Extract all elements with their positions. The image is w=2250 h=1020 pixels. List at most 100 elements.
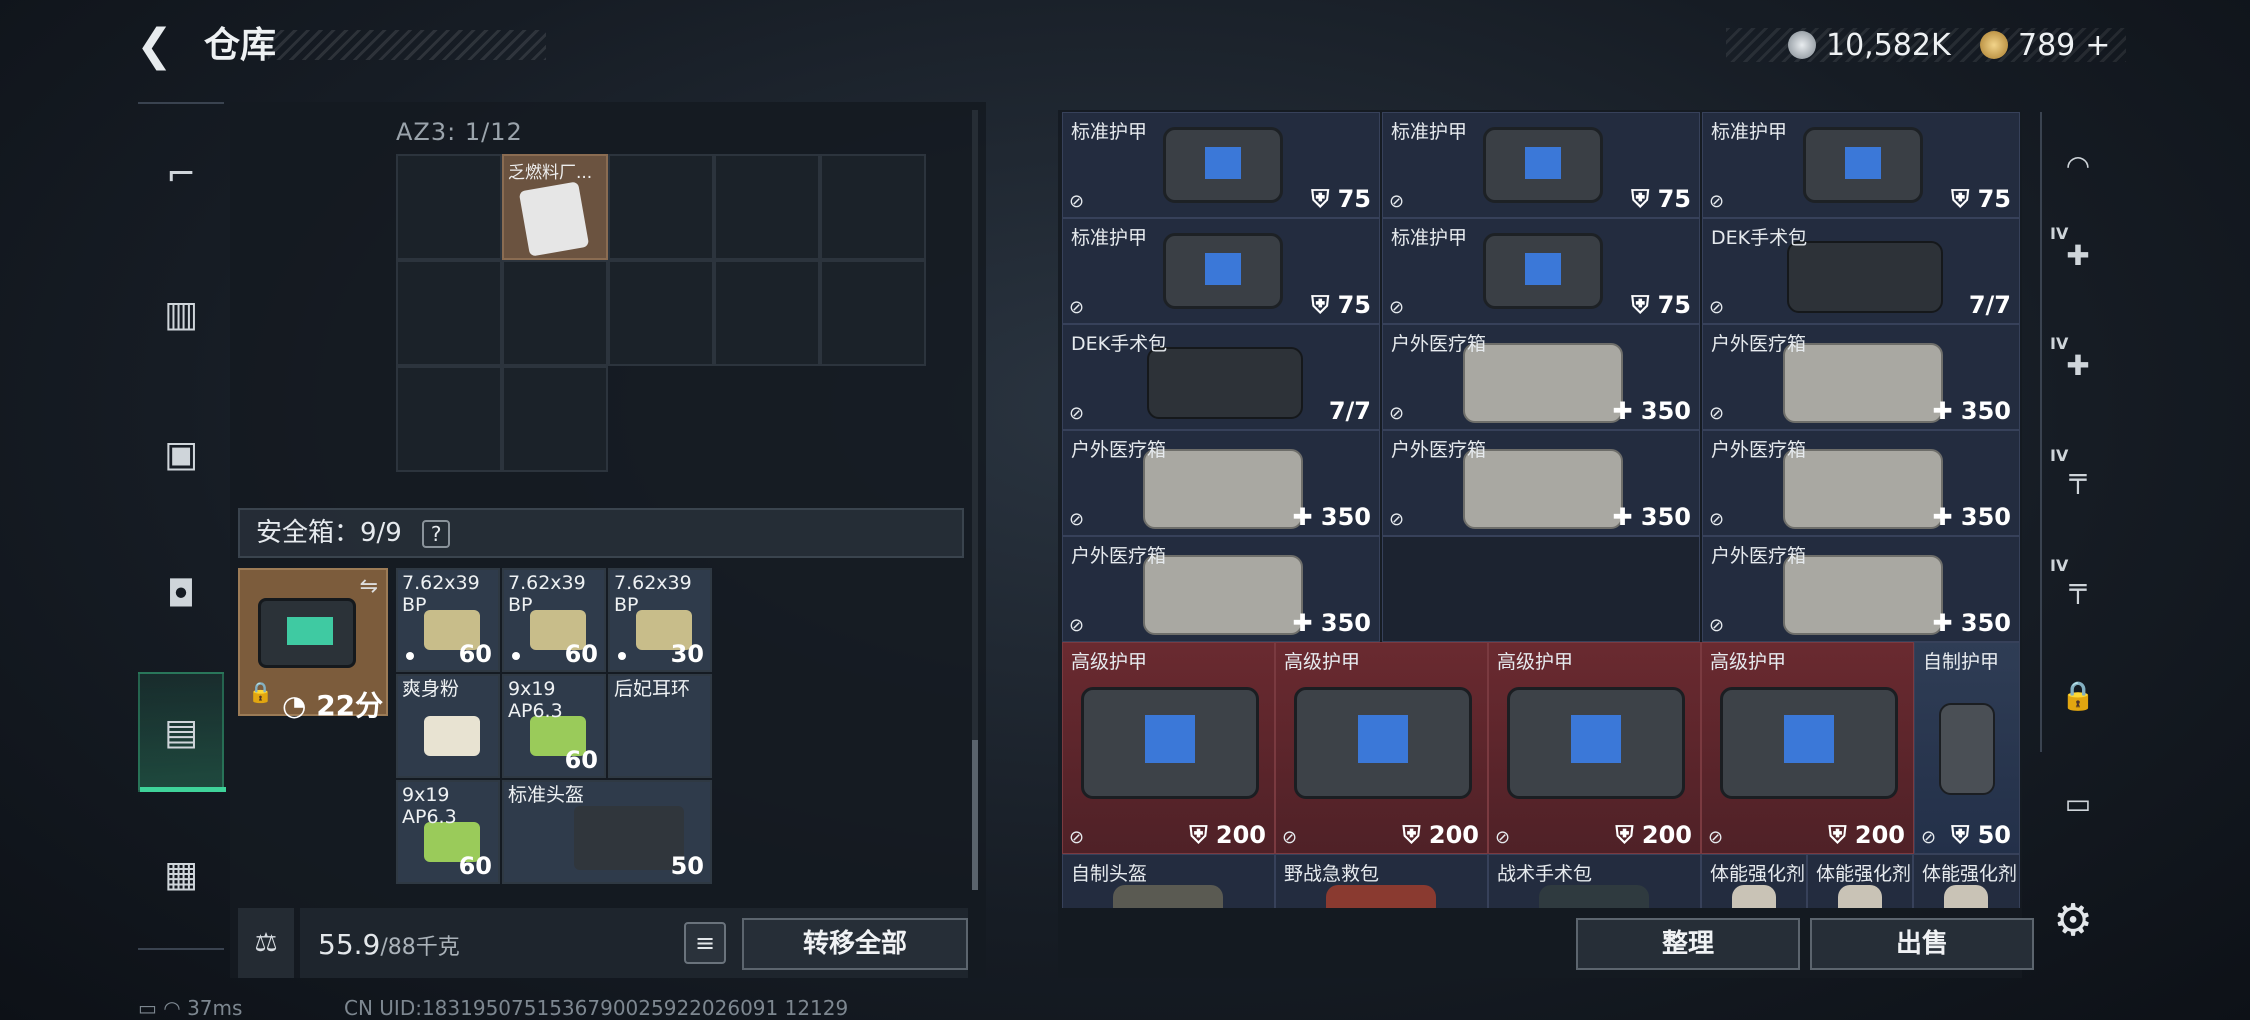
battery-icon: ▭ (138, 996, 157, 1020)
nav-weapons[interactable]: ⌐ (138, 114, 224, 234)
stash-item[interactable]: 户外医疗箱 ⊘ ✚ 350 (1382, 324, 1700, 430)
safe-box-item[interactable]: 后妃耳环 (608, 674, 712, 778)
item-value: ⛨ 75 (1311, 291, 1371, 319)
container-slot[interactable] (608, 154, 714, 260)
gold-currency[interactable]: 789 + (1980, 26, 2110, 64)
safe-box-item[interactable]: 7.62x39 BP 60 (396, 568, 500, 672)
stash-item[interactable]: 标准护甲 ⊘ ⛨ 75 (1382, 112, 1700, 218)
container-slot[interactable] (820, 260, 926, 366)
item-name: 自制护甲 (1923, 651, 2000, 673)
item-value-text: 350 (1960, 397, 2011, 425)
container-slot[interactable] (608, 260, 714, 366)
right-nav-item[interactable]: ◠ (2048, 130, 2108, 200)
stash-item[interactable]: 野战急救包 (1275, 854, 1488, 908)
item-image (1787, 241, 1943, 313)
list-view-button[interactable]: ≡ (684, 922, 726, 964)
sell-button[interactable]: 出售 (1810, 918, 2034, 970)
back-button[interactable]: ❮ (136, 22, 184, 70)
stash-item[interactable]: 体能强化剂 (1701, 854, 1807, 908)
item-quantity: 60 (458, 640, 492, 668)
item-value: ⛨ 75 (1951, 185, 2011, 213)
settings-gear-icon[interactable]: ⚙ (2048, 896, 2098, 946)
nav-safebox[interactable]: ▤ (138, 672, 226, 792)
item-value: ⛨ 200 (1616, 821, 1692, 849)
container-slot[interactable] (502, 260, 608, 366)
nav-armor[interactable]: ▥ (138, 254, 224, 374)
stash-item[interactable]: 体能强化剂 (1807, 854, 1913, 908)
safe-box-item[interactable]: 爽身粉 (396, 674, 500, 778)
no-insure-icon: ⊘ (1069, 297, 1085, 318)
gold-coin-icon (1980, 31, 2008, 59)
stash-item[interactable]: 户外医疗箱 ⊘ ✚ 350 (1382, 430, 1700, 536)
right-nav-item[interactable]: ▭ (2048, 768, 2108, 838)
stash-item[interactable]: 自制护甲 ⊘ ⛨ 50 (1914, 642, 2020, 854)
stash-item[interactable]: 标准护甲 ⊘ ⛨ 75 (1702, 112, 2020, 218)
right-nav-item[interactable]: IV ✚ (2048, 330, 2108, 400)
right-nav-item[interactable]: IV ✚ (2048, 220, 2108, 290)
container-slot[interactable] (502, 366, 608, 472)
stash-item[interactable]: 高级护甲 ⊘ ⛨ 200 (1488, 642, 1701, 854)
armor-screen (1525, 147, 1561, 179)
safe-box-item[interactable]: 9x19 AP6.3 60 (396, 780, 500, 884)
item-value-text: 200 (1854, 821, 1905, 849)
stash-item[interactable]: 户外医疗箱 ⊘ ✚ 350 (1702, 324, 2020, 430)
stash-item[interactable]: 高级护甲 ⊘ ⛨ 200 (1701, 642, 1914, 854)
container-slot[interactable] (396, 154, 502, 260)
swap-icon[interactable]: ⇋ (360, 574, 378, 599)
stash-item[interactable]: 高级护甲 ⊘ ⛨ 200 (1062, 642, 1275, 854)
item-name: 7.62x39 BP (508, 572, 586, 616)
case-timer-value: 22分 (316, 689, 384, 722)
armor-screen (1205, 253, 1241, 285)
sort-button[interactable]: 整理 (1576, 918, 1800, 970)
right-nav-item[interactable]: 🔒 (2048, 660, 2108, 730)
nav-briefcase[interactable]: ▦ (138, 814, 224, 934)
item-name: 户外医疗箱 (1071, 439, 1167, 461)
item-value-text: 350 (1320, 609, 1371, 637)
safe-box-item[interactable]: 9x19 AP6.3 60 (502, 674, 606, 778)
shield-icon: ⛨ (1311, 185, 1338, 213)
item-name: 爽身粉 (402, 678, 460, 700)
safe-box-item[interactable]: 7.62x39 BP 60 (502, 568, 606, 672)
heal-icon: ✚ (1292, 503, 1321, 531)
container-slot[interactable] (714, 260, 820, 366)
shield-icon: ⛨ (1951, 821, 1978, 849)
gold-add-button[interactable]: + (2085, 28, 2110, 63)
container-slot[interactable] (396, 366, 502, 472)
stash-item[interactable]: DEK手术包 ⊘ 7/7 (1702, 218, 2020, 324)
container-slot[interactable] (396, 260, 502, 366)
empty-stash-slot[interactable] (1382, 536, 1700, 642)
item-name: 标准护甲 (1391, 227, 1468, 249)
stash-item[interactable]: DEK手术包 ⊘ 7/7 (1062, 324, 1380, 430)
container-slot[interactable] (820, 154, 926, 260)
stash-item[interactable]: 标准护甲 ⊘ ⛨ 75 (1382, 218, 1700, 324)
helmet-icon: ◠ (2065, 148, 2091, 182)
safe-box-item[interactable]: 7.62x39 BP 30 (608, 568, 712, 672)
scrollbar-thumb[interactable] (972, 740, 978, 890)
stash-item[interactable]: 自制头盔 (1062, 854, 1275, 908)
transfer-all-button[interactable]: 转移全部 (742, 918, 968, 970)
shield-icon: ⛨ (1189, 821, 1216, 849)
stash-item[interactable]: 战术手术包 (1488, 854, 1701, 908)
nav-pouch[interactable]: ◘ (138, 534, 224, 654)
safe-box-item[interactable]: 标准头盔 50 (502, 780, 712, 884)
nav-backpack[interactable]: ▣ (138, 394, 224, 514)
stash-item[interactable]: 高级护甲 ⊘ ⛨ 200 (1275, 642, 1488, 854)
no-insure-icon: ⊘ (1495, 827, 1511, 848)
stash-item[interactable]: 标准护甲 ⊘ ⛨ 75 (1062, 218, 1380, 324)
item-name: 7.62x39 BP (402, 572, 480, 616)
shield-icon: ⛨ (1311, 291, 1338, 319)
right-nav-item[interactable]: IV ╤ (2048, 442, 2108, 512)
right-nav-item[interactable]: IV ╤ (2048, 552, 2108, 622)
help-button[interactable]: ? (422, 519, 451, 548)
stash-item[interactable]: 户外医疗箱 ⊘ ✚ 350 (1702, 430, 2020, 536)
rifle-icon: ╤ (2069, 460, 2087, 494)
container-slot[interactable]: 乏燃料厂... (502, 154, 608, 260)
stash-item[interactable]: 标准护甲 ⊘ ⛨ 75 (1062, 112, 1380, 218)
stash-item[interactable]: 体能强化剂 (1913, 854, 2020, 908)
stash-item[interactable]: 户外医疗箱 ⊘ ✚ 350 (1062, 536, 1380, 642)
lock-icon: 🔒 (248, 680, 273, 704)
container-slot[interactable] (714, 154, 820, 260)
stash-item[interactable]: 户外医疗箱 ⊘ ✚ 350 (1062, 430, 1380, 536)
stash-item[interactable]: 户外医疗箱 ⊘ ✚ 350 (1702, 536, 2020, 642)
vest-icon: ▥ (163, 293, 198, 335)
